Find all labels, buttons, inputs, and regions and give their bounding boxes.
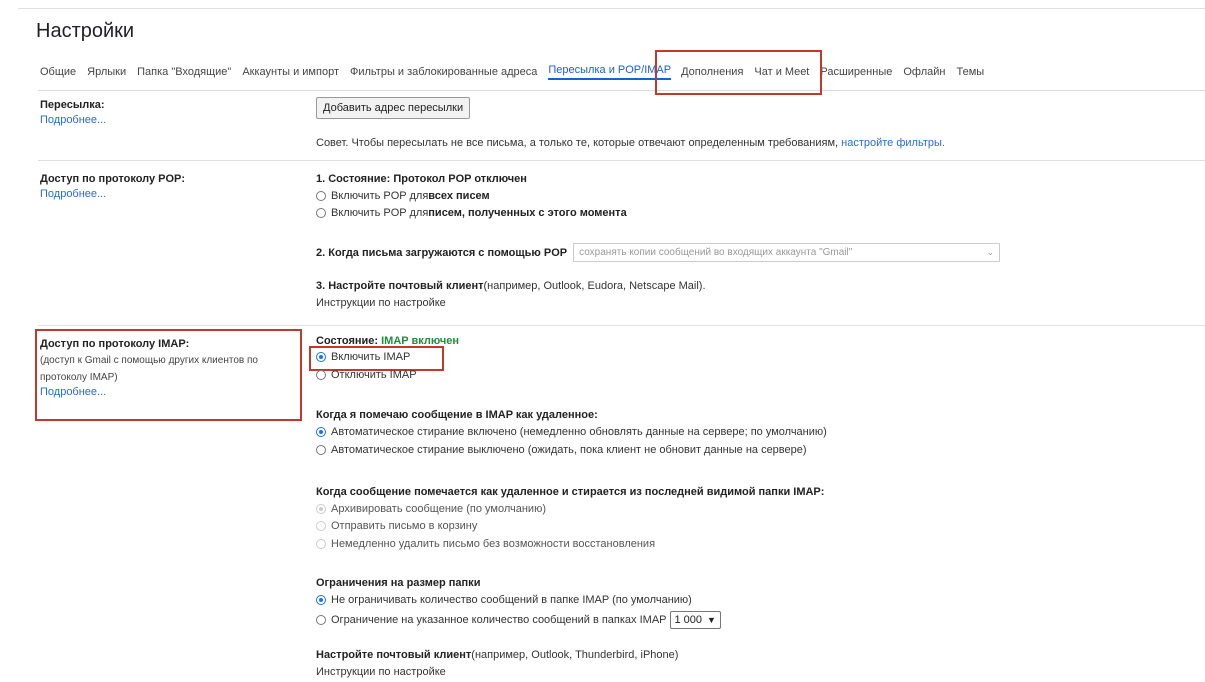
imap-expunge-archive-option[interactable]: Архивировать сообщение (по умолчанию) [316,503,546,515]
imap-folder-limit-value: 1 000 [674,614,703,626]
tab-inbox[interactable]: Папка "Входящие" [137,66,231,78]
pop-title: Доступ по протоколу POP: [40,173,186,185]
pop-action-select[interactable]: сохранять копии сообщений во входящих ак… [573,243,1001,262]
tab-addons[interactable]: Дополнения [681,66,743,78]
imap-folder-unlimited-option[interactable]: Не ограничивать количество сообщений в п… [316,594,692,606]
tab-offline[interactable]: Офлайн [903,66,945,78]
pop-option-from-now-prefix: Включить POP для [331,207,429,219]
chevron-down-icon: ⌄ [986,247,995,257]
pop-option-all[interactable]: Включить POP для всех писем [316,190,490,202]
imap-folder-heading: Ограничения на размер папки [316,577,481,589]
imap-status-value: IMAP включен [381,335,459,347]
radio-icon[interactable] [316,615,326,625]
page-title: Настройки [36,20,135,42]
imap-autoexpunge-off-label: Автоматическое стирание выключено (ожида… [331,444,807,456]
imap-deleted-heading: Когда я помечаю сообщение в IMAP как уда… [316,409,598,421]
pop-client-row: 3. Настройте почтовый клиент (например, … [316,280,706,292]
imap-expunge-heading: Когда сообщение помечается как удаленное… [316,486,825,498]
pop-instructions-link[interactable]: Инструкции по настройке [316,297,446,309]
tab-labels[interactable]: Ярлыки [87,66,126,78]
imap-subtitle-1: (доступ к Gmail с помощью других клиенто… [40,355,258,366]
pop-option-from-now[interactable]: Включить POP для писем, полученных с это… [316,207,627,219]
imap-status: Состояние: IMAP включен [316,335,459,347]
imap-folder-limit-label: Ограничение на указанное количество сооб… [331,614,667,626]
add-forwarding-address-button[interactable]: Добавить адрес пересылки [316,97,471,119]
radio-disabled-selected-icon[interactable] [316,504,326,514]
settings-tabs: Общие Ярлыки Папка "Входящие" Аккаунты и… [40,59,995,85]
tab-chat-meet[interactable]: Чат и Meet [754,66,809,78]
tab-filters[interactable]: Фильтры и заблокированные адреса [350,66,537,78]
imap-enable-label: Включить IMAP [331,351,411,363]
forwarding-learn-more-link[interactable]: Подробнее... [40,114,106,126]
radio-icon[interactable] [316,208,326,218]
imap-expunge-delete-option[interactable]: Немедленно удалить письмо без возможност… [316,538,655,550]
pop-option-all-prefix: Включить POP для [331,190,429,202]
imap-autoexpunge-on-label: Автоматическое стирание включено (немедл… [331,426,827,438]
imap-expunge-archive-label: Архивировать сообщение (по умолчанию) [331,503,546,515]
radio-selected-icon[interactable] [316,352,326,362]
imap-title: Доступ по протоколу IMAP: [40,338,190,350]
pop-when-label: 2. Когда письма загружаются с помощью PO… [316,246,568,259]
imap-disable-option[interactable]: Отключить IMAP [316,369,417,381]
pop-option-all-bold: всех писем [428,190,490,202]
radio-icon[interactable] [316,191,326,201]
pop-option-from-now-bold: писем, полученных с этого момента [428,207,627,219]
radio-selected-icon[interactable] [316,595,326,605]
imap-autoexpunge-on-option[interactable]: Автоматическое стирание включено (немедл… [316,426,827,438]
imap-expunge-trash-option[interactable]: Отправить письмо в корзину [316,520,477,532]
forwarding-section [38,92,1205,161]
radio-icon[interactable] [316,445,326,455]
imap-autoexpunge-off-option[interactable]: Автоматическое стирание выключено (ожида… [316,444,807,456]
pop-status: 1. Состояние: Протокол POP отключен [316,173,527,185]
tab-advanced[interactable]: Расширенные [820,66,892,78]
imap-folder-unlimited-label: Не ограничивать количество сообщений в п… [331,594,692,606]
radio-disabled-icon[interactable] [316,521,326,531]
imap-instructions-link[interactable]: Инструкции по настройке [316,666,446,678]
imap-enable-option[interactable]: Включить IMAP [316,351,410,363]
imap-client-examples: (например, Outlook, Thunderbird, iPhone) [471,649,679,661]
imap-expunge-delete-label: Немедленно удалить письмо без возможност… [331,538,656,550]
imap-folder-limit-select[interactable]: 1 000 ▼ [669,611,721,629]
tab-forwarding-pop-imap[interactable]: Пересылка и POP/IMAP [548,64,672,80]
forwarding-title: Пересылка: [40,99,105,111]
tab-accounts[interactable]: Аккаунты и импорт [242,66,339,78]
tab-general[interactable]: Общие [40,66,76,78]
forwarding-tip: Совет. Чтобы пересылать не все письма, а… [316,137,945,149]
imap-learn-more-link[interactable]: Подробнее... [40,386,295,398]
pop-learn-more-link[interactable]: Подробнее... [40,188,185,200]
imap-disable-label: Отключить IMAP [331,369,417,381]
tabs-divider [38,90,1205,91]
tab-themes[interactable]: Темы [956,66,984,78]
pop-when-row: 2. Когда письма загружаются с помощью PO… [316,243,1001,262]
radio-icon[interactable] [316,370,326,380]
radio-selected-icon[interactable] [316,427,326,437]
imap-status-label: Состояние: [316,335,379,347]
pop-client-examples: (например, Outlook, Eudora, Netscape Mai… [483,280,706,292]
chevron-down-icon: ▼ [707,615,716,625]
setup-filters-link[interactable]: настройте фильтры. [841,137,945,149]
pop-client-label: 3. Настройте почтовый клиент [316,280,484,292]
radio-disabled-icon[interactable] [316,539,326,549]
imap-client-label: Настройте почтовый клиент [316,649,472,661]
pop-action-select-value: сохранять копии сообщений во входящих ак… [579,247,853,258]
imap-expunge-trash-label: Отправить письмо в корзину [331,520,478,532]
imap-folder-limit-option[interactable]: Ограничение на указанное количество сооб… [316,611,721,629]
forwarding-tip-text: Совет. Чтобы пересылать не все письма, а… [316,137,839,149]
imap-subtitle-2: протоколу IMAP) [40,372,118,383]
top-divider [18,8,1205,9]
imap-client-row: Настройте почтовый клиент (например, Out… [316,649,678,661]
